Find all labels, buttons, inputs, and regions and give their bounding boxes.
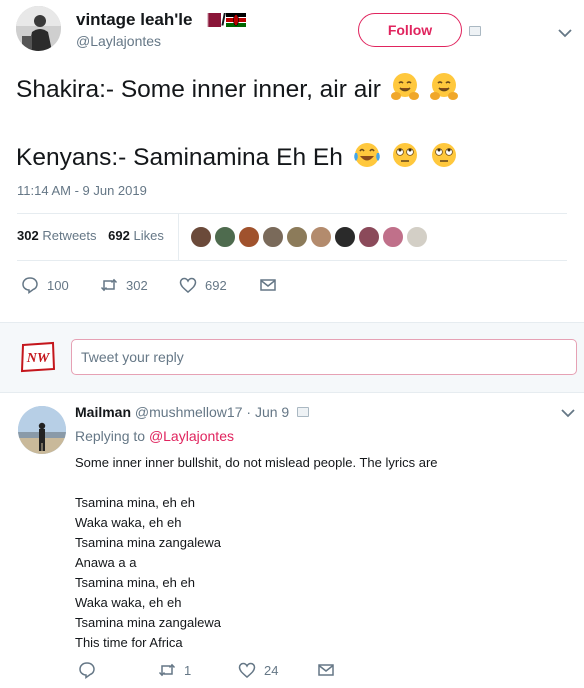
- eye-roll-icon: [393, 143, 418, 167]
- reply-like-action[interactable]: 24: [238, 661, 278, 679]
- hugging-face-icon: [390, 73, 419, 100]
- reply-line: Tsamina mina, eh eh: [75, 575, 195, 590]
- heart-icon: [238, 662, 256, 678]
- reply-author-line: Mailman @mushmellow17 · Jun 9: [75, 404, 289, 420]
- liker-avatar[interactable]: [358, 226, 380, 248]
- tweet-text-line-1: Shakira:- Some inner inner, air air: [16, 72, 459, 104]
- reply-line: Some inner inner bullshit, do not mislea…: [75, 455, 438, 470]
- chevron-down-icon[interactable]: [561, 408, 575, 418]
- reply-action[interactable]: 100: [21, 276, 69, 294]
- reply-reply-action[interactable]: [78, 661, 104, 679]
- reply-input[interactable]: Tweet your reply: [71, 339, 577, 375]
- card-icon[interactable]: [297, 407, 309, 417]
- stats-top-divider: [17, 213, 567, 214]
- likes-count[interactable]: 692: [108, 228, 130, 243]
- author-handle[interactable]: @Laylajontes: [76, 33, 161, 49]
- reply-like-count: 24: [264, 662, 279, 678]
- compose-top-divider: [0, 322, 584, 323]
- tears-of-joy-icon: [353, 143, 380, 167]
- message-action[interactable]: [259, 276, 285, 294]
- reply-body: Some inner inner bullshit, do not mislea…: [75, 453, 438, 653]
- reply-message-action[interactable]: [317, 661, 343, 679]
- replying-to-prefix: Replying to: [75, 428, 146, 444]
- liker-avatar[interactable]: [238, 226, 260, 248]
- tweet-timestamp[interactable]: 11:14 AM - 9 Jun 2019: [17, 183, 147, 198]
- reply-retweet-action[interactable]: 1: [158, 661, 191, 679]
- retweet-count: 302: [126, 277, 148, 293]
- reply-line: Waka waka, eh eh: [75, 515, 182, 530]
- retweet-action[interactable]: 302: [100, 276, 148, 294]
- reply-line: Tsamina mina zangalewa: [75, 615, 221, 630]
- author-avatar[interactable]: [16, 6, 61, 51]
- reply-date[interactable]: · Jun 9: [246, 404, 289, 420]
- liker-avatar[interactable]: [406, 226, 428, 248]
- liker-avatar[interactable]: [190, 226, 212, 248]
- author-name-text[interactable]: vintage leah'le: [76, 10, 192, 29]
- nw-logo-text: NW: [26, 351, 51, 366]
- reply-line: Tsamina mina zangalewa: [75, 535, 221, 550]
- reply-author-handle[interactable]: @mushmellow17: [135, 404, 243, 420]
- like-action[interactable]: 692: [179, 276, 227, 294]
- kenya-flag-icon: [225, 13, 246, 27]
- liker-avatar[interactable]: [214, 226, 236, 248]
- reply-icon: [79, 662, 95, 679]
- stats-separator: [178, 214, 179, 260]
- retweet-icon: [100, 278, 118, 292]
- reply-line: This time for Africa: [75, 635, 183, 650]
- hugging-face-icon: [429, 73, 458, 100]
- liker-avatar[interactable]: [262, 226, 284, 248]
- liker-avatar[interactable]: [382, 226, 404, 248]
- reply-count: 100: [47, 277, 69, 293]
- tweet-text-line-2: Kenyans:- Saminamina Eh Eh: [16, 140, 459, 172]
- liker-avatar[interactable]: [286, 226, 308, 248]
- stats-bottom-divider: [17, 260, 567, 261]
- retweets-count[interactable]: 302: [17, 228, 39, 243]
- reply-line: Tsamina mina, eh eh: [75, 495, 195, 510]
- card-icon[interactable]: [469, 26, 481, 36]
- author-name[interactable]: vintage leah'le /: [76, 10, 246, 30]
- tweet-stats: 302 Retweets 692 Likes: [17, 228, 164, 243]
- replying-to-link[interactable]: @Laylajontes: [149, 428, 234, 444]
- nw-logo-avatar[interactable]: NW: [20, 341, 56, 373]
- retweet-icon: [158, 663, 176, 677]
- chevron-down-icon[interactable]: [558, 28, 572, 38]
- likes-label[interactable]: Likes: [133, 228, 163, 243]
- heart-icon: [179, 277, 197, 293]
- follow-button[interactable]: Follow: [358, 13, 462, 47]
- tweet-text-line-1-text: Shakira:- Some inner inner, air air: [16, 76, 381, 103]
- message-icon: [318, 664, 334, 676]
- reply-author-name[interactable]: Mailman: [75, 404, 131, 420]
- message-icon: [260, 279, 276, 291]
- retweets-label[interactable]: Retweets: [42, 228, 96, 243]
- replying-to-line: Replying to @Laylajontes: [75, 428, 234, 444]
- reply-icon: [22, 277, 38, 294]
- liker-avatar[interactable]: [334, 226, 356, 248]
- qatar-flag-icon: [201, 13, 222, 27]
- tweet-text-line-2-text: Kenyans:- Saminamina Eh Eh: [16, 144, 343, 171]
- reply-line-blank: [75, 473, 438, 493]
- reply-author-avatar[interactable]: [18, 406, 66, 454]
- reply-line: Anawa a a: [75, 555, 137, 570]
- like-count: 692: [205, 277, 227, 293]
- reply-line: Waka waka, eh eh: [75, 595, 182, 610]
- eye-roll-icon: [432, 143, 457, 167]
- reply-retweet-count: 1: [184, 662, 192, 678]
- liker-avatar[interactable]: [310, 226, 332, 248]
- main-tweet: vintage leah'le / @Laylajontes Follow Sh…: [0, 0, 584, 322]
